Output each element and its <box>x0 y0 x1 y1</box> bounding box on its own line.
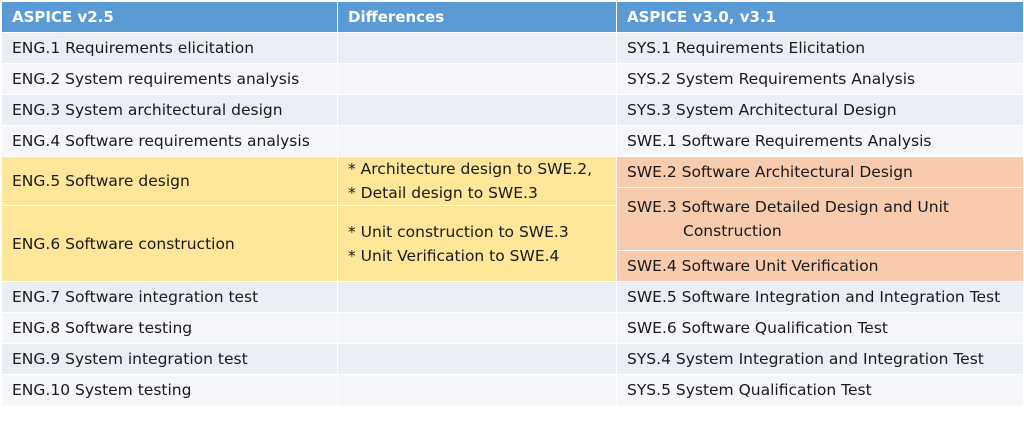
header-aspice-v25: ASPICE v2.5 <box>1 1 338 33</box>
difference-cell <box>337 312 617 344</box>
difference-cell <box>337 32 617 64</box>
old-process-cell: ENG.3 System architectural design <box>1 94 338 126</box>
difference-cell <box>337 63 617 95</box>
swe3-cell: SWE.3 Software Detailed Design and Unit … <box>616 187 1024 251</box>
new-process-cell: SYS.3 System Architectural Design <box>616 94 1024 126</box>
table-row-eng5-a: ENG.5 Software design * Architecture des… <box>1 156 1024 206</box>
difference-cell <box>337 374 617 406</box>
new-process-cell: SYS.4 System Integration and Integration… <box>616 343 1024 375</box>
old-process-cell: ENG.2 System requirements analysis <box>1 63 338 95</box>
swe3-line1: SWE.3 Software Detailed Design and Unit <box>627 198 949 216</box>
header-aspice-v30: ASPICE v3.0, v3.1 <box>616 1 1024 33</box>
eng6-difference-cell: * Unit construction to SWE.3 * Unit Veri… <box>337 205 617 282</box>
table-row: ENG.9 System integration test SYS.4 Syst… <box>1 343 1024 375</box>
swe2-cell: SWE.2 Software Architectural Design <box>616 156 1024 188</box>
table-row: ENG.7 Software integration test SWE.5 So… <box>1 281 1024 313</box>
difference-note: * Architecture design to SWE.2, <box>348 160 593 178</box>
old-process-cell: ENG.4 Software requirements analysis <box>1 125 338 157</box>
difference-note: * Unit construction to SWE.3 <box>348 222 569 241</box>
difference-note: * Detail design to SWE.3 <box>348 184 538 202</box>
new-process-cell: SWE.1 Software Requirements Analysis <box>616 125 1024 157</box>
table-row: ENG.10 System testing SYS.5 System Quali… <box>1 374 1024 406</box>
difference-cell <box>337 125 617 157</box>
old-process-cell: ENG.10 System testing <box>1 374 338 406</box>
eng5-difference-cell: * Architecture design to SWE.2, * Detail… <box>337 156 617 206</box>
eng6-cell: ENG.6 Software construction <box>1 205 338 282</box>
table-row: ENG.3 System architectural design SYS.3 … <box>1 94 1024 126</box>
eng5-cell: ENG.5 Software design <box>1 156 338 206</box>
new-process-cell: SYS.1 Requirements Elicitation <box>616 32 1024 64</box>
old-process-cell: ENG.7 Software integration test <box>1 281 338 313</box>
new-process-cell: SWE.5 Software Integration and Integrati… <box>616 281 1024 313</box>
difference-note: * Unit Verification to SWE.4 <box>348 246 560 265</box>
new-process-cell: SYS.2 System Requirements Analysis <box>616 63 1024 95</box>
new-process-cell: SYS.5 System Qualification Test <box>616 374 1024 406</box>
table-row: ENG.1 Requirements elicitation SYS.1 Req… <box>1 32 1024 64</box>
header-row: ASPICE v2.5 Differences ASPICE v3.0, v3.… <box>1 1 1024 33</box>
difference-cell <box>337 94 617 126</box>
table-row: ENG.2 System requirements analysis SYS.2… <box>1 63 1024 95</box>
difference-cell <box>337 343 617 375</box>
swe3-line2: Construction <box>683 222 782 240</box>
comparison-table: ASPICE v2.5 Differences ASPICE v3.0, v3.… <box>1 1 1024 406</box>
table-row: ENG.4 Software requirements analysis SWE… <box>1 125 1024 157</box>
swe4-cell: SWE.4 Software Unit Verification <box>616 250 1024 282</box>
table-row: ENG.8 Software testing SWE.6 Software Qu… <box>1 312 1024 344</box>
old-process-cell: ENG.9 System integration test <box>1 343 338 375</box>
header-differences: Differences <box>337 1 617 33</box>
old-process-cell: ENG.8 Software testing <box>1 312 338 344</box>
new-process-cell: SWE.6 Software Qualification Test <box>616 312 1024 344</box>
old-process-cell: ENG.1 Requirements elicitation <box>1 32 338 64</box>
difference-cell <box>337 281 617 313</box>
